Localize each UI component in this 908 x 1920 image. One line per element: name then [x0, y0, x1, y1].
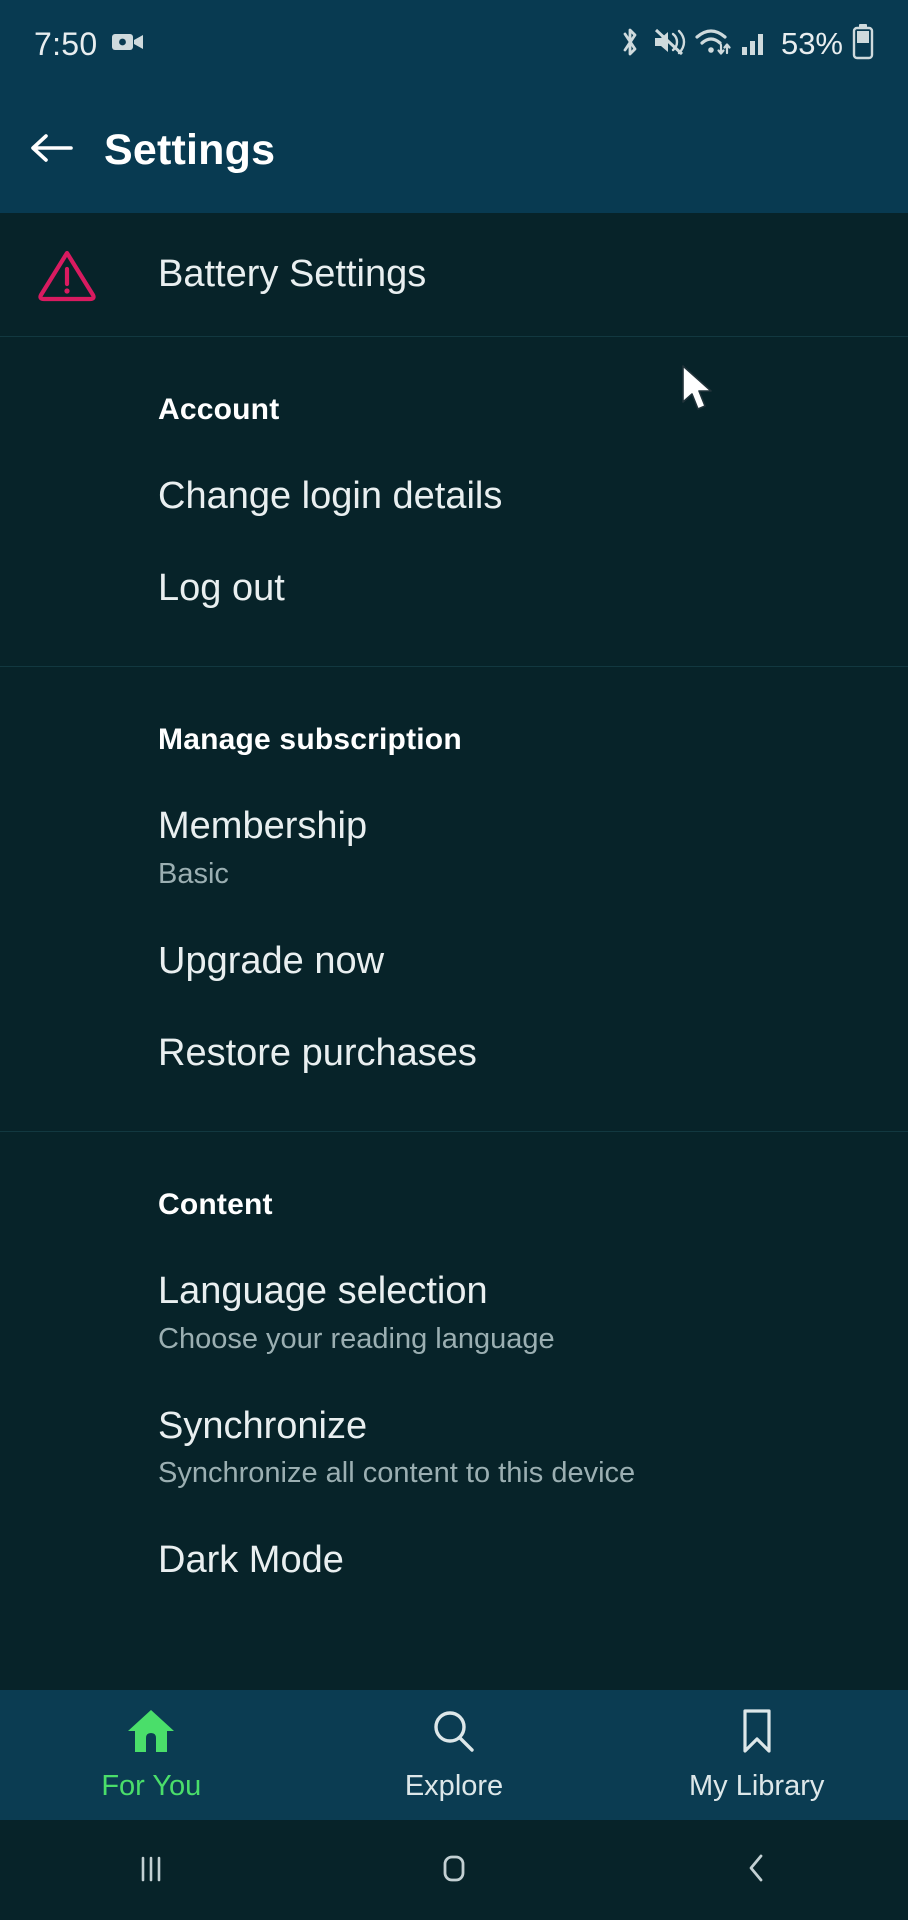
section-header-account: Account [158, 393, 280, 426]
battery-settings-label: Battery Settings [158, 253, 427, 295]
warning-triangle-icon [36, 247, 158, 303]
nav-item-for-you[interactable]: For You [0, 1707, 303, 1803]
nav-label: For You [101, 1770, 202, 1802]
section-content: Content Language selection Choose your r… [0, 1132, 908, 1583]
item-synchronize[interactable]: Synchronize Synchronize all content to t… [158, 1357, 908, 1491]
item-restore-purchases[interactable]: Restore purchases [158, 984, 908, 1076]
home-button[interactable] [303, 1848, 606, 1893]
app-bar: Settings [0, 88, 908, 213]
item-title: Restore purchases [158, 1031, 477, 1074]
section-header-content: Content [158, 1188, 273, 1222]
back-arrow-icon [29, 130, 75, 171]
cellular-signal-icon [740, 27, 770, 62]
item-subtitle: Synchronize all content to this device [158, 1457, 636, 1490]
back-chevron-icon [737, 1848, 777, 1893]
nav-item-explore[interactable]: Explore [303, 1707, 606, 1803]
item-dark-mode[interactable]: Dark Mode [158, 1491, 908, 1583]
nav-label: My Library [689, 1770, 825, 1802]
item-title: Upgrade now [158, 939, 385, 982]
row-battery-settings[interactable]: Battery Settings [0, 213, 908, 336]
item-membership[interactable]: Membership Basic [158, 757, 908, 891]
item-upgrade-now[interactable]: Upgrade now [158, 892, 908, 984]
settings-list: Battery Settings Account Change login de… [0, 213, 908, 1690]
status-bar-right: 53% [617, 23, 874, 65]
android-navigation-bar [0, 1820, 908, 1920]
phone-screen: 7:50 53% Settings Battery Settings Accou… [0, 0, 908, 1920]
item-title: Synchronize [158, 1404, 368, 1447]
item-title: Log out [158, 566, 285, 609]
status-bar-clock: 7:50 [34, 25, 98, 62]
vibrate-mute-icon [652, 25, 686, 64]
item-title: Membership [158, 805, 368, 848]
section-manage-subscription: Manage subscription Membership Basic Upg… [0, 667, 908, 1131]
section-account: Account Change login details Log out [0, 337, 908, 666]
nav-label: Explore [404, 1770, 504, 1802]
item-subtitle: Choose your reading language [158, 1322, 555, 1355]
item-title: Change login details [158, 475, 503, 517]
status-bar-left: 7:50 [34, 26, 145, 63]
battery-icon [852, 23, 874, 65]
battery-percent-label: 53% [780, 26, 843, 61]
back-button[interactable] [0, 130, 104, 171]
bottom-navigation: For You Explore My Library [0, 1690, 908, 1820]
wifi-icon [695, 26, 731, 63]
section-header-manage-subscription: Manage subscription [158, 723, 462, 757]
video-camera-icon [111, 30, 145, 59]
item-title: Language selection [158, 1270, 488, 1313]
recents-icon [131, 1848, 171, 1893]
back-button[interactable] [605, 1848, 908, 1893]
bluetooth-icon [617, 25, 643, 64]
item-language-selection[interactable]: Language selection Choose your reading l… [158, 1222, 908, 1356]
home-icon [125, 1707, 177, 1760]
bookmark-icon [735, 1707, 779, 1760]
recents-button[interactable] [0, 1848, 303, 1893]
search-icon [429, 1707, 479, 1760]
item-title: Dark Mode [158, 1539, 344, 1582]
item-change-login-details[interactable]: Change login details [158, 427, 908, 519]
nav-item-my-library[interactable]: My Library [605, 1707, 908, 1803]
status-bar: 7:50 53% [0, 0, 908, 88]
page-title: Settings [104, 126, 276, 174]
item-log-out[interactable]: Log out [158, 519, 908, 611]
home-square-icon [434, 1848, 474, 1893]
item-subtitle: Basic [158, 858, 229, 891]
